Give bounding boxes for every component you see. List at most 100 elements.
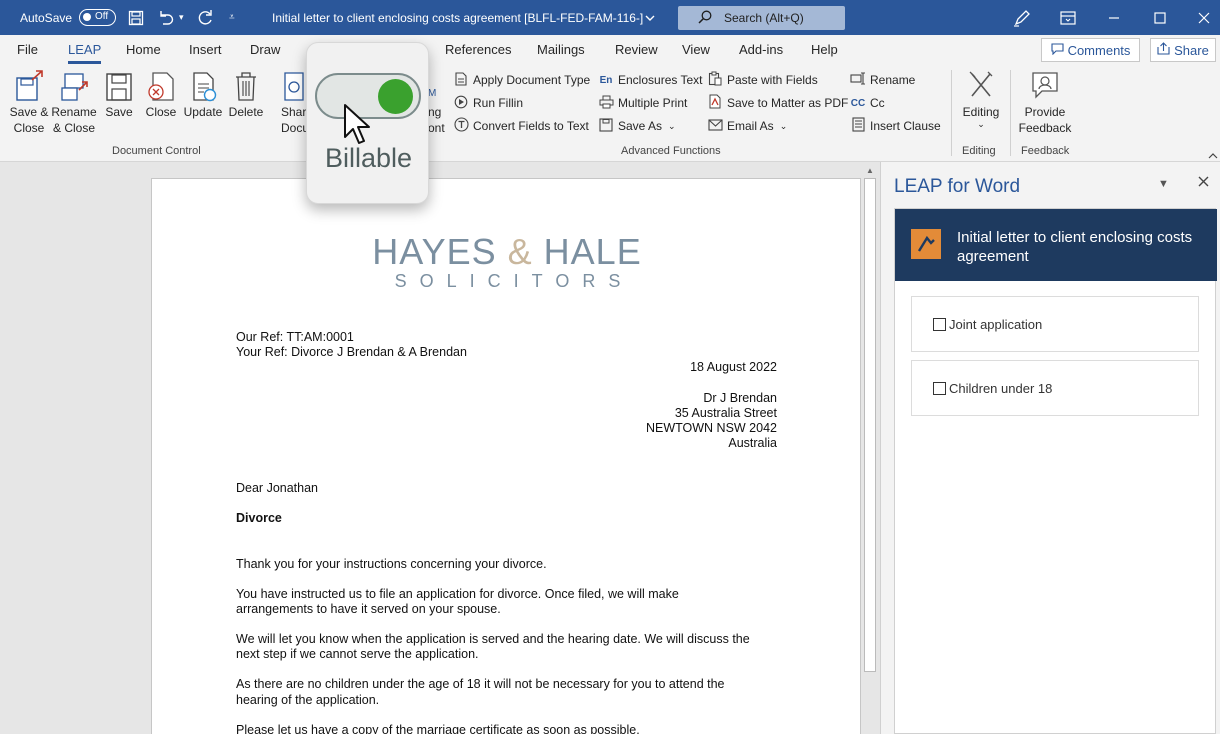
- close-document-icon: [148, 72, 174, 101]
- tab-insert[interactable]: Insert: [189, 42, 222, 57]
- paragraph-line: Please let us have a copy of the marriag…: [236, 723, 640, 734]
- editing-icon: [969, 71, 993, 97]
- feedback-icon: [1032, 72, 1058, 99]
- insert-clause-label: Insert Clause: [870, 119, 941, 133]
- collapse-ribbon-icon[interactable]: [1208, 148, 1218, 162]
- tab-addins[interactable]: Add-ins: [739, 42, 783, 57]
- checkbox-label: Children under 18: [949, 380, 1053, 396]
- autosave-label: AutoSave: [20, 10, 73, 25]
- pen-icon[interactable]: [1013, 0, 1031, 35]
- your-reference: Your Ref: Divorce J Brendan & A Brendan: [236, 345, 467, 359]
- maximize-icon[interactable]: [1154, 0, 1166, 35]
- enclosures-icon: En: [599, 74, 613, 86]
- save-icon[interactable]: [128, 0, 144, 35]
- email-as-label: Email As: [727, 119, 774, 133]
- save-and-close-label: Save & Close: [9, 105, 49, 135]
- tab-help[interactable]: Help: [811, 42, 838, 57]
- autosave-state: Off: [95, 11, 109, 22]
- redo-icon[interactable]: [196, 0, 214, 35]
- vertical-scrollbar[interactable]: ▲: [862, 164, 878, 734]
- tab-mailings[interactable]: Mailings: [537, 42, 585, 57]
- insert-clause-button[interactable]: Insert Clause: [850, 116, 941, 136]
- comment-icon: [1051, 42, 1064, 58]
- scroll-up-icon[interactable]: ▲: [866, 166, 874, 175]
- pane-content: Initial letter to client enclosing costs…: [894, 208, 1217, 734]
- run-fillin-label: Run Fillin: [473, 96, 524, 110]
- tab-review[interactable]: Review: [615, 42, 658, 57]
- save-and-close-button[interactable]: Save & Close: [8, 70, 50, 136]
- ribbon-display-icon[interactable]: [1060, 0, 1076, 35]
- children-under-18-checkbox[interactable]: Children under 18: [911, 360, 1199, 416]
- pane-options-chevron-icon[interactable]: ▼: [1158, 178, 1169, 190]
- checkbox-box[interactable]: [933, 317, 946, 331]
- share-document-icon: [284, 72, 304, 101]
- run-fillin-button[interactable]: Run Fillin: [453, 93, 523, 113]
- ribbon-tabs: File LEAP Home Insert Draw References Ma…: [0, 35, 1220, 66]
- tab-references[interactable]: References: [445, 42, 511, 57]
- save-button[interactable]: Save: [104, 70, 134, 120]
- multiple-print-button[interactable]: Multiple Print: [598, 93, 687, 113]
- autosave-toggle[interactable]: Off: [79, 0, 116, 35]
- save-as-icon: [598, 117, 614, 135]
- tab-draw[interactable]: Draw: [250, 42, 280, 57]
- document-page[interactable]: HAYES & HALE SOLICITORS Our Ref: TT:AM:0…: [151, 178, 861, 734]
- scrollbar-thumb[interactable]: [864, 178, 876, 672]
- rename-button[interactable]: Rename: [850, 70, 915, 90]
- tab-home[interactable]: Home: [126, 42, 161, 57]
- joint-application-checkbox[interactable]: Joint application: [911, 296, 1199, 352]
- tab-leap[interactable]: LEAP: [68, 42, 102, 64]
- rename-and-close-button[interactable]: Rename & Close: [51, 70, 97, 136]
- delete-button[interactable]: Delete: [228, 70, 264, 120]
- provide-feedback-button[interactable]: Provide Feedback: [1016, 70, 1074, 136]
- save-as-label: Save As: [618, 119, 663, 133]
- pdf-icon: [707, 94, 723, 112]
- floppy-icon: [106, 73, 132, 101]
- cc-label: Cc: [870, 96, 885, 110]
- checkbox-box[interactable]: [933, 381, 946, 395]
- save-label: Save: [105, 105, 133, 119]
- paste-with-fields-button[interactable]: Paste with Fields: [707, 70, 818, 90]
- comments-label: Comments: [1067, 42, 1131, 58]
- search-placeholder: Search (Alt+Q): [724, 11, 804, 25]
- title-bar: AutoSave Off ▾ ⩡ Initial letter to clien…: [0, 0, 1220, 35]
- enclosures-text-button[interactable]: En Enclosures Text: [598, 70, 703, 90]
- paragraph-line: As there are no children under the age o…: [236, 677, 725, 691]
- update-button[interactable]: Update: [183, 70, 223, 120]
- provide-feedback-label: Provide Feedback: [1018, 105, 1072, 135]
- rename-label: Rename: [870, 73, 916, 87]
- editing-chevron-icon: ⌄: [977, 119, 985, 129]
- convert-fields-to-text-button[interactable]: Convert Fields to Text: [453, 116, 589, 136]
- tab-view[interactable]: View: [682, 42, 710, 57]
- group-label-editing: Editing: [962, 145, 996, 157]
- undo-icon[interactable]: [157, 0, 175, 35]
- share-label: Share: [1174, 42, 1209, 58]
- ribbon-separator: [1010, 70, 1011, 156]
- undo-dropdown-icon[interactable]: ▾: [179, 0, 184, 35]
- tab-file[interactable]: File: [17, 42, 38, 57]
- checkbox-label: Joint application: [949, 316, 1043, 332]
- share-document-button[interactable]: Shar Docum: [269, 70, 307, 136]
- search-box[interactable]: Search (Alt+Q): [678, 6, 845, 30]
- cc-button[interactable]: CC Cc: [850, 93, 885, 113]
- title-chevron-down-icon[interactable]: [645, 0, 655, 35]
- close-button[interactable]: Close: [145, 70, 177, 120]
- paragraph-line: We will let you know when the applicatio…: [236, 632, 750, 646]
- share-button[interactable]: Share: [1150, 38, 1216, 62]
- editing-button[interactable]: Editing ⌄: [958, 70, 1004, 129]
- pane-close-icon[interactable]: [1198, 174, 1209, 192]
- pane-title: LEAP for Word: [894, 176, 1021, 197]
- save-to-matter-as-pdf-button[interactable]: Save to Matter as PDF: [707, 93, 848, 113]
- close-label: Close: [145, 105, 177, 119]
- apply-document-type-button[interactable]: Apply Document Type: [453, 70, 590, 90]
- billable-toggle-knob: [378, 79, 413, 114]
- leap-logo-icon: [911, 229, 941, 259]
- close-window-icon[interactable]: [1198, 0, 1210, 35]
- minimize-icon[interactable]: [1108, 0, 1120, 35]
- email-as-button[interactable]: Email As ⌄: [707, 116, 787, 136]
- enclosures-text-label: Enclosures Text: [618, 73, 703, 87]
- save-as-button[interactable]: Save As ⌄: [598, 116, 676, 136]
- trash-icon: [236, 72, 256, 101]
- address-line: Dr J Brendan: [703, 391, 777, 405]
- comments-button[interactable]: Comments: [1041, 38, 1140, 62]
- customize-qat-icon[interactable]: ⩡: [229, 0, 235, 35]
